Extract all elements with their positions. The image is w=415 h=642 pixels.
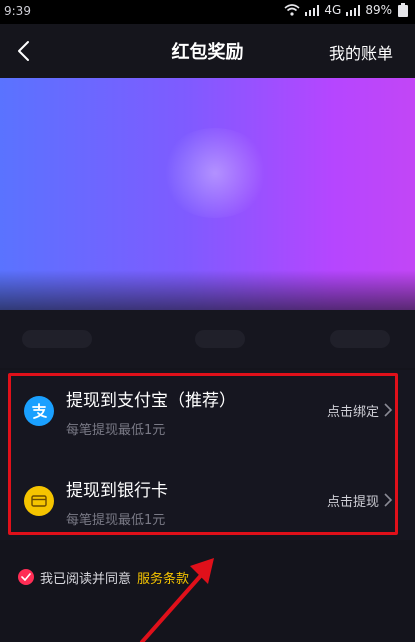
blurred-blob [195, 330, 245, 348]
blurred-strip [0, 310, 415, 368]
agreement-text: 我已阅读并同意 [40, 571, 132, 587]
blurred-blob [22, 330, 92, 348]
network-type: 4G [324, 3, 342, 17]
blurred-blob [330, 330, 390, 348]
status-bar: 9:39 4G 89% [0, 0, 415, 24]
annotation-highlight-box [8, 373, 398, 535]
check-icon[interactable] [18, 569, 34, 585]
banner-glow [160, 128, 270, 218]
status-indicators: 4G 89% [284, 3, 409, 17]
wifi-icon [284, 4, 300, 16]
signal-icon-2 [346, 4, 361, 16]
battery-level: 89% [365, 3, 392, 17]
signal-icon [305, 4, 320, 16]
reward-banner [0, 78, 415, 310]
status-time: 9:39 [4, 4, 31, 18]
annotation-arrow-icon [140, 558, 214, 642]
battery-icon [397, 3, 409, 17]
banner-fade [0, 270, 415, 310]
my-bill-link[interactable]: 我的账单 [329, 40, 393, 64]
nav-bar: 红包奖励 我的账单 [0, 24, 415, 78]
